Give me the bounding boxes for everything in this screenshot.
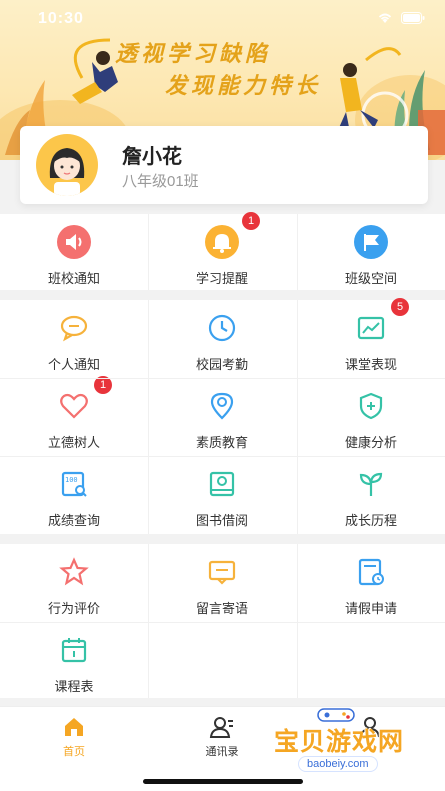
quick-actions-section: 班校通知 1 学习提醒 班级空间 [0,212,445,290]
star-icon [54,552,94,592]
menu-item-0-2[interactable]: 班级空间 [297,222,445,287]
location-pin-icon [202,386,242,426]
column-divider [297,214,298,290]
menu-item-2-0[interactable]: 行为评价 [0,552,148,617]
menu-item-1-7[interactable]: 图书借阅 [148,464,296,529]
menu-item-label: 课程表 [54,679,94,694]
clock-icon [202,308,242,348]
wifi-icon [378,13,392,23]
status-time: 10:30 [38,10,84,27]
contacts-icon [209,717,233,738]
menu-item-label: 图书借阅 [195,513,248,528]
menu-item-2-2[interactable]: 请假申请 [297,552,445,617]
menu-item-label: 学习提醒 [195,271,248,286]
more-features-section: 行为评价 留言寄语 请假申请课程表 [0,544,445,698]
menu-item-0-1[interactable]: 1 学习提醒 [148,212,296,287]
menu-item-2-1[interactable]: 留言寄语 [148,552,296,617]
slogan-line-1: 透视学习缺陷 [115,41,272,67]
menu-item-label: 行为评价 [47,601,100,616]
menu-item-label: 健康分析 [344,435,397,450]
heart-icon: 1 [54,376,112,426]
svg-text:100: 100 [65,476,78,484]
trend-chart-icon: 5 [351,298,409,348]
tab-contacts[interactable]: 通讯录 [162,715,282,759]
menu-item-1-8[interactable]: 成长历程 [297,464,445,529]
menu-item-1-5[interactable]: 健康分析 [297,386,445,451]
health-shield-icon [351,386,391,426]
menu-item-1-6[interactable]: 100 成绩查询 [0,464,148,529]
menu-item-label: 成长历程 [344,513,397,528]
menu-item-label: 课堂表现 [344,357,397,372]
menu-item-label: 班校通知 [47,271,100,286]
profile-card[interactable]: 詹小花 八年级01班 [20,126,428,204]
row-divider [0,378,445,379]
profile-name: 詹小花 [122,146,182,168]
menu-item-1-2[interactable]: 5 课堂表现 [297,298,445,373]
row-divider [0,622,445,623]
watermark-text: 宝贝游戏网 [274,728,405,756]
notification-badge: 5 [391,298,409,316]
home-indicator [143,779,303,784]
girl-avatar-icon [49,148,85,196]
menu-item-label: 班级空间 [344,271,397,286]
tab-contacts-label: 通讯录 [205,746,239,758]
score-search-icon: 100 [54,464,94,504]
menu-item-label: 请假申请 [344,601,397,616]
bell-icon: 1 [202,212,260,262]
menu-item-1-3[interactable]: 1 立德树人 [0,376,148,451]
menu-item-label: 个人通知 [47,357,100,372]
menu-item-label: 成绩查询 [47,513,100,528]
column-divider [297,300,298,534]
menu-item-1-4[interactable]: 素质教育 [148,386,296,451]
notification-badge: 1 [242,212,260,230]
profile-class: 八年级01班 [122,173,199,190]
menu-item-2-3[interactable]: 课程表 [0,630,148,695]
home-icon [65,718,83,736]
menu-item-1-1[interactable]: 校园考勤 [148,308,296,373]
menu-item-label: 留言寄语 [195,601,248,616]
column-divider [148,214,149,290]
tab-home[interactable]: 首页 [14,715,134,759]
slogan-line-2: 发现能力特长 [165,73,322,99]
tab-home-label: 首页 [63,746,85,758]
chat-bubble-icon [54,308,94,348]
menu-item-label: 立德树人 [47,435,100,450]
menu-item-0-0[interactable]: 班校通知 [0,222,148,287]
features-section: 个人通知 校园考勤 5 课堂表现 1 立德树人 素质教育 健康分析 100 成绩查询 图书借阅 成长历… [0,298,445,534]
leave-form-icon [351,552,391,592]
calendar-icon [54,630,94,670]
status-icons [377,12,425,24]
avatar [36,134,98,196]
book-icon [202,464,242,504]
column-divider [148,544,149,698]
speaker-icon [54,222,94,262]
watermark: 宝贝游戏网 baobeiy.com [268,708,418,776]
menu-item-label: 素质教育 [195,435,248,450]
message-icon [202,552,242,592]
menu-item-1-0[interactable]: 个人通知 [0,308,148,373]
menu-item-label: 校园考勤 [195,357,248,372]
column-divider [148,300,149,534]
flag-icon [351,222,391,262]
row-divider [0,456,445,457]
watermark-url: baobeiy.com [298,756,378,772]
battery-icon [401,12,425,24]
sprout-icon [351,464,391,504]
column-divider [297,544,298,698]
